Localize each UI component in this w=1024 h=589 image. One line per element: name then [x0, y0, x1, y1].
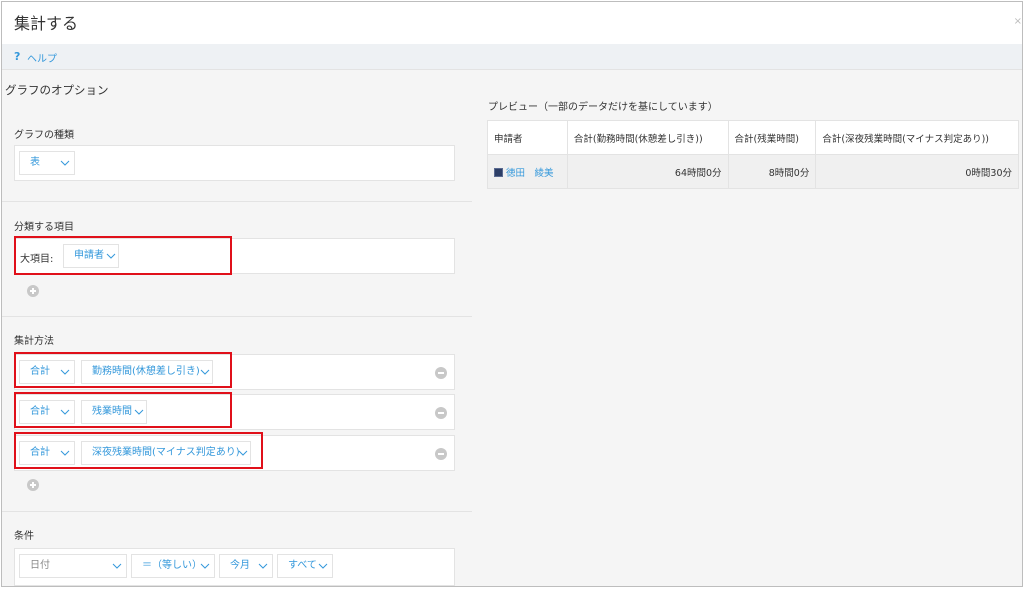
work-time-cell: 64時間0分 — [566, 154, 729, 189]
graph-type-select[interactable]: 表 — [19, 151, 75, 175]
dialog-titlebar: 集計する × — [2, 2, 1022, 44]
chevron-down-icon — [318, 555, 330, 577]
column-header: 合計(勤務時間(休憩差し引き)) — [566, 120, 729, 155]
add-aggregation-button[interactable] — [27, 479, 39, 491]
chevron-down-icon — [60, 152, 72, 174]
divider — [2, 511, 472, 512]
add-group-button[interactable] — [27, 285, 39, 297]
condition-scope-select[interactable]: すべて — [277, 554, 333, 578]
graph-type-panel: 表 — [14, 145, 455, 181]
divider — [2, 201, 472, 202]
preview-title: プレビュー（一部のデータだけを基にしています） — [488, 102, 718, 113]
aggregate-dialog: 集計する × ? ヘルプ グラフのオプション グラフの種類 表 分類する項目 大… — [1, 1, 1023, 587]
graph-type-label: グラフの種類 — [14, 130, 74, 141]
graph-type-value: 表 — [30, 157, 40, 168]
remove-aggregation-button[interactable] — [435, 367, 447, 379]
overtime-cell: 8時間0分 — [727, 154, 817, 189]
applicant-link[interactable]: 徳田 綾美 — [506, 168, 554, 179]
preview-header-row: 申請者 合計(勤務時間(休憩差し引き)) 合計(残業時間) 合計(深夜残業時間(… — [487, 120, 1019, 155]
help-bar: ? ヘルプ — [2, 44, 1022, 70]
highlight-frame — [14, 392, 232, 428]
chevron-down-icon — [112, 555, 124, 577]
conditions-label: 条件 — [14, 531, 34, 542]
dialog-title: 集計する — [14, 14, 79, 33]
chevron-down-icon — [200, 555, 212, 577]
remove-aggregation-button[interactable] — [435, 407, 447, 419]
late-night-cell: 0時間30分 — [815, 154, 1019, 189]
group-by-label: 分類する項目 — [14, 222, 74, 233]
avatar — [494, 167, 503, 177]
conditions-panel: 日付 ＝（等しい） 今月 すべて — [14, 548, 455, 586]
condition-operator-select[interactable]: ＝（等しい） — [131, 554, 215, 578]
condition-period-value: 今月 — [230, 560, 250, 571]
remove-aggregation-button[interactable] — [435, 448, 447, 460]
preview-table: 申請者 合計(勤務時間(休憩差し引き)) 合計(残業時間) 合計(深夜残業時間(… — [487, 120, 1019, 189]
column-header: 合計(残業時間) — [727, 120, 817, 155]
condition-operator-value: ＝（等しい） — [142, 560, 202, 571]
highlight-frame — [14, 352, 232, 388]
condition-field-select[interactable]: 日付 — [19, 554, 127, 578]
condition-scope-value: すべて — [288, 560, 317, 571]
chevron-down-icon — [258, 555, 270, 577]
question-icon[interactable]: ? — [14, 50, 20, 63]
graph-options-heading: グラフのオプション — [5, 83, 109, 97]
column-header: 合計(深夜残業時間(マイナス判定あり)) — [815, 120, 1019, 155]
highlight-frame — [14, 432, 263, 469]
condition-field-value: 日付 — [30, 560, 50, 571]
table-row: 徳田 綾美 64時間0分 8時間0分 0時間30分 — [487, 154, 1019, 189]
column-header: 申請者 — [487, 120, 568, 155]
divider — [2, 316, 472, 317]
highlight-frame — [14, 236, 232, 275]
help-link[interactable]: ヘルプ — [27, 50, 57, 65]
condition-period-select[interactable]: 今月 — [219, 554, 273, 578]
aggregation-label: 集計方法 — [14, 336, 54, 347]
applicant-cell: 徳田 綾美 — [487, 154, 568, 189]
close-icon[interactable]: × — [1014, 16, 1022, 27]
